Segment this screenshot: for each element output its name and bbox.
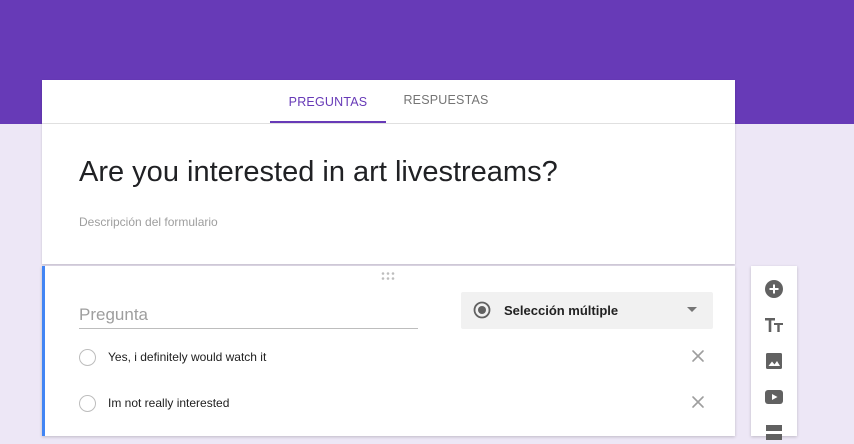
form-description-field[interactable]: Descripción del formulario [79,215,218,229]
add-video-icon[interactable] [763,386,785,408]
add-question-icon[interactable] [763,278,785,300]
drag-handle-icon[interactable] [380,271,396,281]
active-indicator [42,266,45,436]
question-card[interactable]: Pregunta Selección múltiple Yes, i defin… [42,266,735,436]
radio-outline-icon [79,349,96,366]
tab-questions[interactable]: PREGUNTAS [270,80,386,123]
tab-responses[interactable]: RESPUESTAS [394,80,498,123]
option-text[interactable]: Im not really interested [108,390,229,416]
close-icon[interactable] [691,349,705,363]
close-icon[interactable] [691,395,705,409]
add-title-icon[interactable] [763,314,785,336]
add-section-icon[interactable] [763,422,785,444]
dropdown-arrow-icon [687,307,697,312]
form-title[interactable]: Are you interested in art livestreams? [79,156,558,189]
add-image-icon[interactable] [763,350,785,372]
question-title-input[interactable]: Pregunta [79,302,418,329]
option-row[interactable]: Im not really interested [79,390,705,418]
tab-bar: PREGUNTAS RESPUESTAS [42,80,735,124]
question-type-label: Selección múltiple [504,303,619,318]
option-row[interactable]: Yes, i definitely would watch it [79,344,705,372]
option-text[interactable]: Yes, i definitely would watch it [108,344,266,370]
radio-outline-icon [79,395,96,412]
question-type-dropdown[interactable]: Selección múltiple [461,292,713,329]
form-header-card: PREGUNTAS RESPUESTAS Are you interested … [42,80,735,264]
question-toolbar [751,266,797,440]
radio-button-icon [473,301,491,319]
